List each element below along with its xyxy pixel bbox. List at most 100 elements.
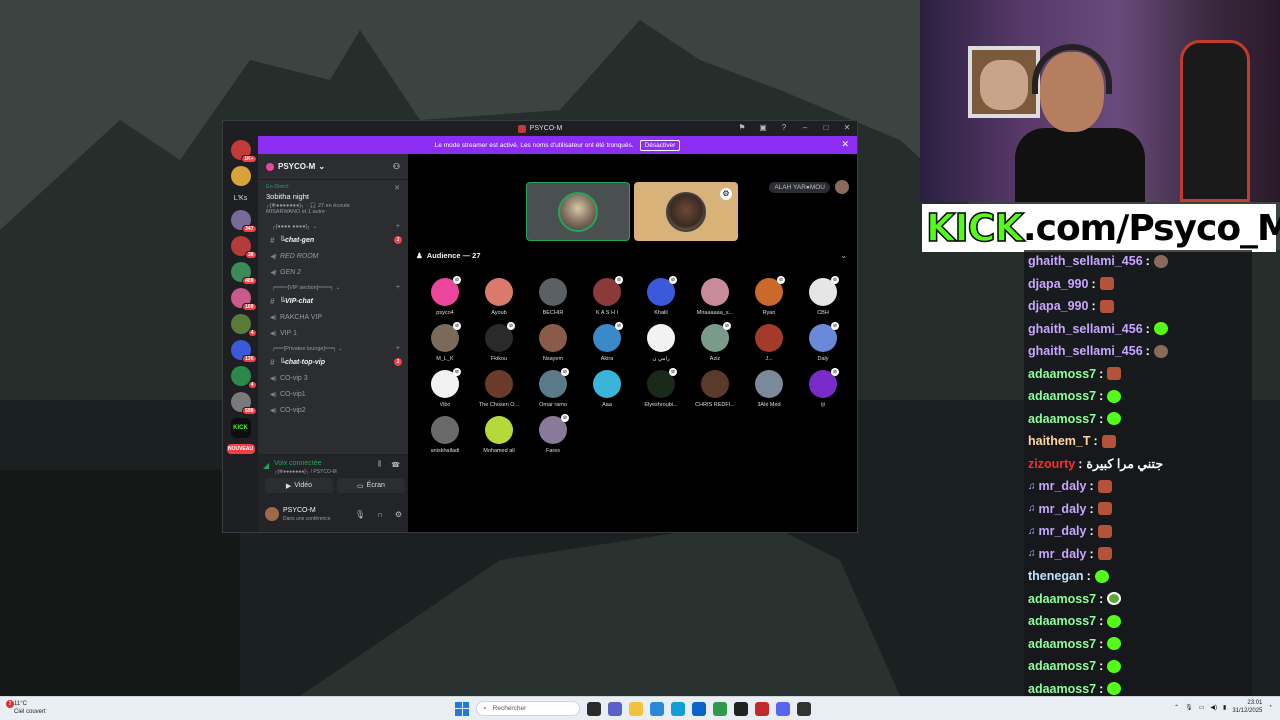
close-window-button[interactable]: ✕ xyxy=(841,123,853,132)
screen-share-button[interactable]: ▭ Écran xyxy=(337,478,405,493)
chevron-down-icon[interactable]: ⌄ xyxy=(840,251,847,260)
server-icon[interactable]: NOUVEAU xyxy=(226,444,255,454)
channel-voice[interactable]: ◀) RAKCHA VIP xyxy=(258,309,408,325)
inbox-icon[interactable]: ⚑ xyxy=(736,123,748,132)
audience-member[interactable]: ⊘ Ryan xyxy=(742,276,796,316)
audience-member[interactable]: ﺭﺍﻣﻲ ﻥ xyxy=(634,324,688,362)
audience-member[interactable]: ⊘ CBH xyxy=(796,276,850,316)
teams-icon[interactable] xyxy=(608,701,622,716)
discord-icon[interactable] xyxy=(776,701,790,716)
live-event[interactable]: En Direct 3obitha night ┌[✻●●●●●●●]┐ · 🎧… xyxy=(258,180,408,219)
audience-member[interactable]: ⊘ Fkikou xyxy=(472,322,526,362)
audience-member[interactable]: Aaa xyxy=(580,370,634,408)
start-button[interactable] xyxy=(455,701,469,716)
close-event-icon[interactable]: ✕ xyxy=(394,184,400,192)
server-icon[interactable]: 1K+ xyxy=(230,140,257,163)
audience-member[interactable]: ⊘ Fares xyxy=(526,414,580,454)
video-button[interactable]: ▶ Vidéo xyxy=(265,478,333,493)
channel-voice[interactable]: ◀) GEN 2 xyxy=(258,264,408,280)
speaker-tile[interactable] xyxy=(526,182,630,241)
chat-username[interactable]: ghaith_sellami_456 xyxy=(1028,254,1143,268)
deactivate-button[interactable]: Désactiver xyxy=(639,139,681,151)
volume-icon[interactable]: ◀) xyxy=(1210,704,1217,711)
audience-member[interactable]: Nsayem xyxy=(526,324,580,362)
screen-share-icon[interactable]: ▣ xyxy=(757,123,769,132)
audience-member[interactable]: ⊘ Khalil xyxy=(634,276,688,316)
epic-icon[interactable] xyxy=(797,701,811,716)
microphone-icon[interactable]: 🎙 xyxy=(355,510,365,519)
audience-member[interactable]: Ayoub xyxy=(472,278,526,316)
audience-member[interactable]: aniskhalladi xyxy=(418,416,472,454)
server-icon[interactable] xyxy=(230,166,251,186)
mail-icon[interactable] xyxy=(692,701,706,716)
battery-icon[interactable]: ▮ xyxy=(1223,704,1226,711)
category-header[interactable]: ┌[●●●● ●●●●]┐ ⌄ + xyxy=(258,219,408,232)
maximize-button[interactable]: □ xyxy=(820,123,832,132)
obs-icon[interactable] xyxy=(734,701,748,716)
chat-username[interactable]: djapa_990 xyxy=(1028,299,1088,313)
channel-text[interactable]: # ╚chat-top-vip 1 xyxy=(258,354,408,370)
chat-username[interactable]: adaamoss7 xyxy=(1028,592,1096,606)
add-channel-icon[interactable]: + xyxy=(396,223,400,230)
channel-text[interactable]: # ╚chat-gen 1 xyxy=(258,232,408,248)
chat-username[interactable]: adaamoss7 xyxy=(1028,682,1096,696)
chat-username[interactable]: thenegan xyxy=(1028,569,1084,583)
audience-member[interactable]: 3Alé Med xyxy=(742,370,796,408)
server-icon[interactable]: 4 xyxy=(230,314,257,337)
chat-username[interactable]: adaamoss7 xyxy=(1028,659,1096,673)
category-header[interactable]: ╒═══[VIP section]═══╕ ⌄ + xyxy=(258,280,408,293)
audience-member[interactable]: ⊘ Omar ramo xyxy=(526,368,580,408)
help-icon[interactable]: ? xyxy=(778,123,790,132)
discord-red-icon[interactable] xyxy=(755,701,769,716)
channel-voice[interactable]: ◀) CO-vip 3 xyxy=(258,370,408,386)
avatar[interactable] xyxy=(265,507,279,521)
minimize-button[interactable]: – xyxy=(799,123,811,132)
file-explorer-icon[interactable] xyxy=(629,701,643,716)
weather-widget[interactable]: 2 11°C Ciel couvert xyxy=(6,700,46,716)
audience-header[interactable]: ♟ Audience — 27 xyxy=(416,251,481,260)
audience-member[interactable]: ⊘ Elyeshroubi... xyxy=(634,368,688,408)
chat-username[interactable]: mr_daly xyxy=(1039,479,1087,493)
chat-username[interactable]: ghaith_sellami_456 xyxy=(1028,344,1143,358)
channel-voice[interactable]: ◀) CO-vip1 xyxy=(258,386,408,402)
channel-voice[interactable]: ◀) VIP 1 xyxy=(258,325,408,341)
server-icon[interactable]: 38 xyxy=(230,236,257,259)
server-icon[interactable]: 598 xyxy=(230,392,257,415)
server-icon[interactable]: KICK xyxy=(230,418,251,438)
network-icon[interactable]: ▭ xyxy=(1199,704,1205,711)
noise-suppression-icon[interactable]: ⫼ xyxy=(378,461,381,469)
audience-member[interactable]: CHRIS REDFI... xyxy=(688,370,742,408)
add-channel-icon[interactable]: + xyxy=(396,345,400,352)
chat-username[interactable]: adaamoss7 xyxy=(1028,614,1096,628)
channel-voice[interactable]: ◀) CO-vip2 xyxy=(258,402,408,418)
chat-username[interactable]: ghaith_sellami_456 xyxy=(1028,322,1143,336)
guild-header[interactable]: PSYCO-M ⌄ ⚇ xyxy=(258,154,408,180)
audience-member[interactable]: ⊘ iji xyxy=(796,368,850,408)
server-icon[interactable]: 108 xyxy=(230,288,257,311)
chat-username[interactable]: mr_daly xyxy=(1039,524,1087,538)
server-icon[interactable]: 136 xyxy=(230,340,257,363)
audience-member[interactable]: ⊘ Daly xyxy=(796,322,850,362)
chrome-icon[interactable] xyxy=(713,701,727,716)
server-icon[interactable]: 347 xyxy=(230,210,257,233)
edge-icon[interactable] xyxy=(671,701,685,716)
server-icon[interactable]: 409 xyxy=(230,262,257,285)
chevron-up-icon[interactable]: ⌃ xyxy=(1174,704,1179,711)
microphone-icon[interactable]: 🎙 xyxy=(1185,704,1193,711)
server-icon[interactable]: L'Ks xyxy=(231,192,251,204)
host-info[interactable]: ALAH YAR●MOU xyxy=(769,180,849,194)
chat-username[interactable]: mr_daly xyxy=(1039,502,1087,516)
search-box[interactable]: ⌕ Rechercher xyxy=(476,701,580,716)
audience-member[interactable]: ⊘ psyco4 xyxy=(418,276,472,316)
audience-member[interactable]: Mohamed ali xyxy=(472,416,526,454)
chat-username[interactable]: zizourty xyxy=(1028,457,1075,471)
audience-member[interactable]: BECHIR xyxy=(526,278,580,316)
audience-member[interactable]: J... xyxy=(742,324,796,362)
chat-username[interactable]: adaamoss7 xyxy=(1028,389,1096,403)
audience-member[interactable]: ⊘ M_L_K xyxy=(418,322,472,362)
audience-member[interactable]: ⊘ Aziz xyxy=(688,322,742,362)
audience-member[interactable]: ⊘ Akira xyxy=(580,322,634,362)
voice-status[interactable]: Voix connectée xyxy=(274,460,321,467)
close-banner-icon[interactable]: ✕ xyxy=(841,139,849,150)
audience-member[interactable]: The Chosen O... xyxy=(472,370,526,408)
